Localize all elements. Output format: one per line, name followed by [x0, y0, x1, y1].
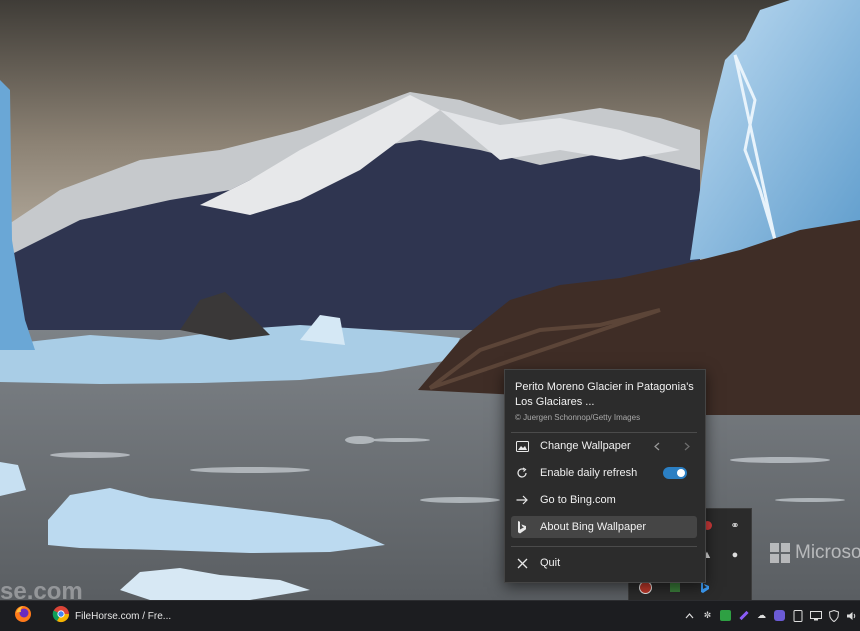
toggle-knob — [677, 469, 685, 477]
link-icon[interactable]: ⚭ — [727, 517, 743, 533]
about-bing-wallpaper-label: About Bing Wallpaper — [540, 521, 646, 533]
chrome-window-title: FileHorse.com / Fre... — [75, 610, 172, 622]
taskbar-firefox-button[interactable] — [14, 605, 32, 628]
quit-item[interactable]: Quit — [511, 552, 697, 574]
daily-refresh-toggle[interactable] — [663, 467, 687, 479]
bing-icon — [514, 519, 530, 535]
bing-wallpaper-menu: Perito Moreno Glacier in Patagonia's Los… — [504, 369, 706, 583]
messenger-icon[interactable] — [773, 609, 786, 622]
change-wallpaper-item[interactable]: Change Wallpaper — [511, 435, 697, 457]
microsoft-watermark: Microso — [770, 542, 860, 564]
feather-icon[interactable] — [737, 609, 750, 622]
shield-icon[interactable] — [827, 609, 840, 622]
microsoft-watermark-text: Microso — [795, 542, 860, 563]
arrow-right-icon — [514, 492, 530, 508]
chevron-up-icon[interactable] — [683, 609, 696, 622]
refresh-icon — [514, 465, 530, 481]
taskbar-chrome-button[interactable]: FileHorse.com / Fre... — [52, 605, 172, 628]
image-icon — [514, 438, 530, 454]
image-credit-text: © Juergen Schonnop/Getty Images — [515, 413, 641, 422]
enable-daily-refresh-label: Enable daily refresh — [540, 467, 638, 479]
image-credit: © Juergen Schonnop/Getty Images — [515, 413, 640, 422]
settings-icon[interactable]: ✼ — [701, 609, 714, 622]
microphone-icon[interactable]: ● — [727, 547, 743, 563]
menu-separator — [511, 546, 697, 547]
about-bing-wallpaper-item[interactable]: About Bing Wallpaper — [511, 516, 697, 538]
cloud-icon[interactable]: ☁ — [755, 609, 768, 622]
wallpaper-title: Perito Moreno Glacier in Patagonia's Los… — [515, 381, 694, 408]
display-icon[interactable] — [791, 609, 804, 622]
microsoft-logo-icon — [770, 543, 790, 563]
taskbar: FileHorse.com / Fre... ✼ ☁ — [0, 600, 860, 631]
go-to-bing-label: Go to Bing.com — [540, 494, 616, 506]
change-wallpaper-label: Change Wallpaper — [540, 440, 631, 452]
enable-daily-refresh-item[interactable]: Enable daily refresh — [511, 462, 697, 484]
menu-separator — [511, 432, 697, 433]
next-wallpaper-button[interactable] — [681, 439, 693, 453]
quit-label: Quit — [540, 557, 561, 569]
firefox-icon — [14, 605, 32, 628]
volume-icon[interactable] — [845, 609, 858, 622]
chrome-icon — [52, 605, 70, 628]
previous-wallpaper-button[interactable] — [651, 439, 663, 453]
go-to-bing-item[interactable]: Go to Bing.com — [511, 489, 697, 511]
close-icon — [514, 555, 530, 571]
network-icon[interactable] — [809, 609, 822, 622]
shield-check-icon[interactable] — [719, 609, 732, 622]
